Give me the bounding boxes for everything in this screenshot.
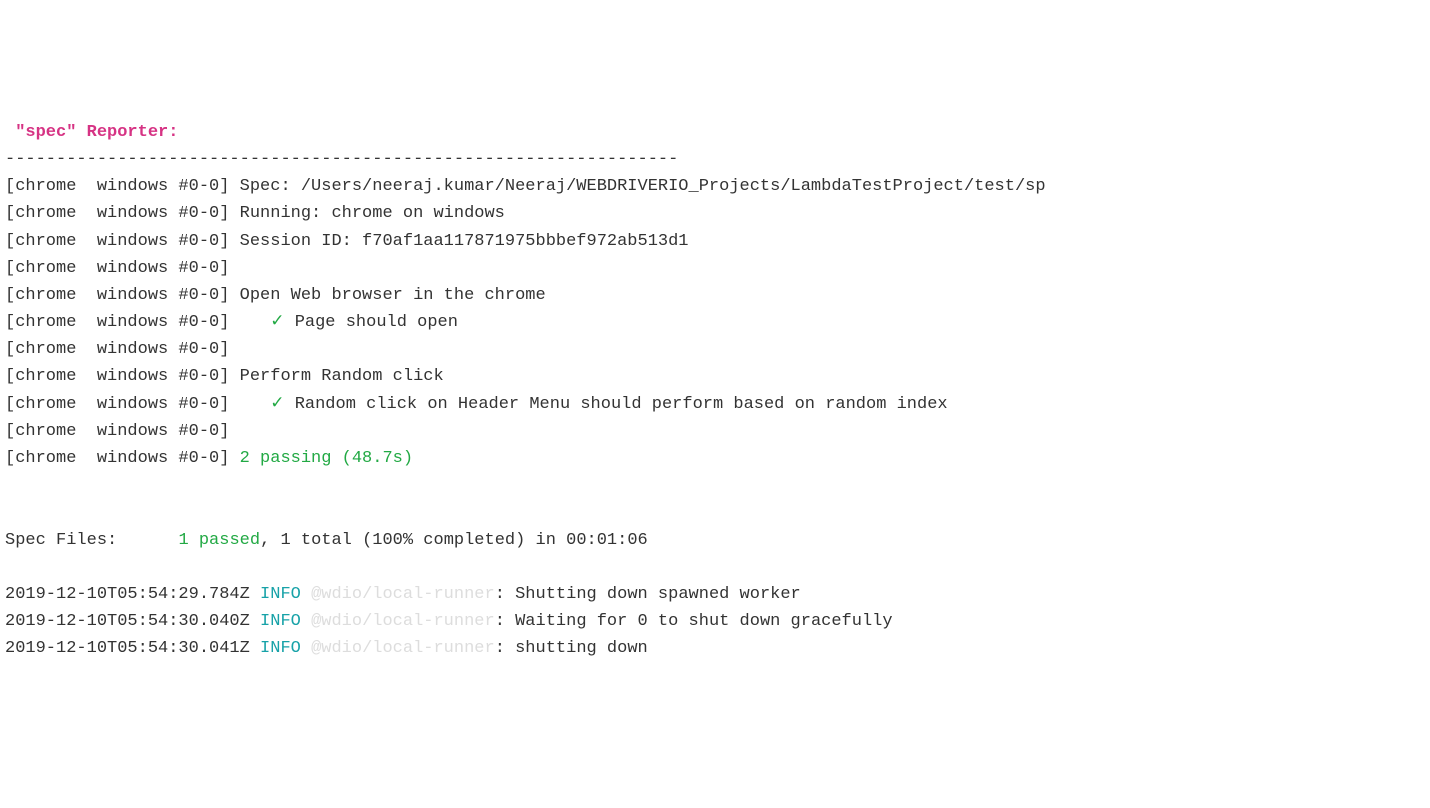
suite-name: Perform Random click	[229, 367, 443, 386]
log-message: : shutting down	[495, 639, 648, 658]
log-prefix: [chrome windows #0-0]	[5, 313, 229, 332]
log-prefix: [chrome windows #0-0]	[5, 232, 229, 251]
log-prefix: [chrome windows #0-0]	[5, 286, 229, 305]
log-source: @wdio/local-runner	[311, 639, 495, 658]
log-timestamp: 2019-12-10T05:54:30.041Z	[5, 639, 260, 658]
log-prefix: [chrome windows #0-0]	[5, 449, 229, 468]
checkmark-icon: ✓	[270, 395, 284, 414]
log-prefix: [chrome windows #0-0]	[5, 395, 229, 414]
spec-files-total: , 1 total (100% completed) in 00:01:06	[260, 531, 648, 550]
log-level: INFO	[260, 639, 311, 658]
log-prefix: [chrome windows #0-0]	[5, 422, 229, 441]
passing-summary: 2 passing (48.7s)	[229, 449, 413, 468]
divider-line: ----------------------------------------…	[5, 146, 1425, 173]
log-timestamp: 2019-12-10T05:54:30.040Z	[5, 612, 260, 631]
log-prefix: [chrome windows #0-0]	[5, 204, 229, 223]
running-info: Running: chrome on windows	[229, 204, 504, 223]
spec-files-label: Spec Files:	[5, 531, 178, 550]
log-message: : Shutting down spawned worker	[495, 585, 801, 604]
log-prefix: [chrome windows #0-0]	[5, 340, 229, 359]
checkmark-icon: ✓	[270, 313, 284, 332]
log-level: INFO	[260, 585, 311, 604]
session-id: Session ID: f70af1aa117871975bbbef972ab5…	[229, 232, 688, 251]
test-name: Page should open	[285, 313, 458, 332]
log-timestamp: 2019-12-10T05:54:29.784Z	[5, 585, 260, 604]
test-name: Random click on Header Menu should perfo…	[285, 395, 948, 414]
log-message: : Waiting for 0 to shut down gracefully	[495, 612, 893, 631]
log-prefix: [chrome windows #0-0]	[5, 259, 229, 278]
log-source: @wdio/local-runner	[311, 585, 495, 604]
test-indent	[229, 395, 270, 414]
log-level: INFO	[260, 612, 311, 631]
terminal-output: "spec" Reporter: ------------------------…	[5, 119, 1425, 663]
log-prefix: [chrome windows #0-0]	[5, 367, 229, 386]
reporter-title: "spec" Reporter:	[5, 123, 178, 142]
log-prefix: [chrome windows #0-0]	[5, 177, 229, 196]
log-source: @wdio/local-runner	[311, 612, 495, 631]
suite-name: Open Web browser in the chrome	[229, 286, 545, 305]
test-indent	[229, 313, 270, 332]
spec-path: Spec: /Users/neeraj.kumar/Neeraj/WEBDRIV…	[229, 177, 1045, 196]
spec-files-passed: 1 passed	[178, 531, 260, 550]
